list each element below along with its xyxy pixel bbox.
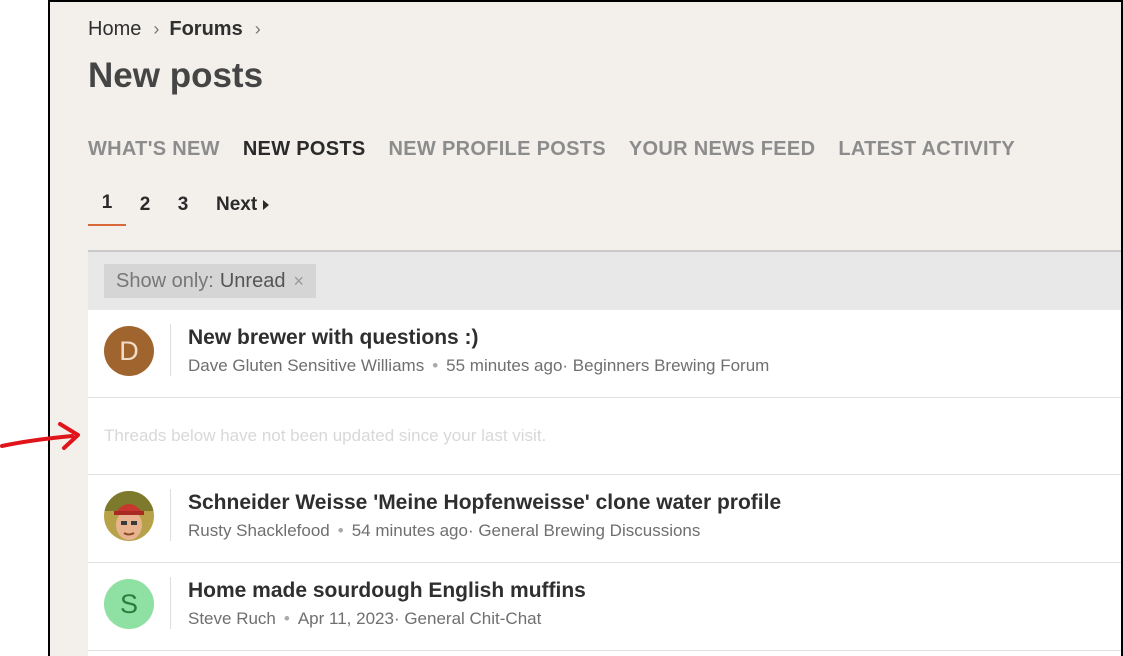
tab-new-posts[interactable]: NEW POSTS bbox=[243, 138, 366, 161]
divider bbox=[170, 489, 171, 541]
bullet-separator: • bbox=[283, 609, 290, 628]
caret-right-icon bbox=[263, 200, 270, 210]
tab-whats-new[interactable]: WHAT'S NEW bbox=[88, 138, 220, 161]
filter-label: Show only: bbox=[116, 269, 214, 292]
unread-divider-row: Threads below have not been updated sinc… bbox=[88, 398, 1121, 475]
thread-forum-link[interactable]: · Beginners Brewing Forum bbox=[562, 356, 769, 375]
next-label: Next bbox=[216, 194, 258, 215]
close-icon[interactable]: × bbox=[293, 271, 304, 292]
thread-list: Show only: Unread × D New brewer with qu… bbox=[88, 250, 1121, 656]
chevron-right-icon: › bbox=[254, 19, 261, 39]
thread-row: S Home made sourdough English muffins St… bbox=[88, 563, 1121, 651]
thread-author-link[interactable]: Steve Ruch bbox=[188, 609, 276, 628]
thread-title-link[interactable]: New brewer with questions :) bbox=[188, 326, 479, 350]
thread-row: Schneider Weisse 'Meine Hopfenweisse' cl… bbox=[88, 475, 1121, 563]
page-2-link[interactable]: 2 bbox=[126, 194, 164, 226]
page-3-link[interactable]: 3 bbox=[164, 194, 202, 226]
breadcrumb-forums[interactable]: Forums bbox=[169, 18, 242, 41]
bullet-separator: • bbox=[337, 521, 344, 540]
divider bbox=[170, 577, 171, 629]
thread-row: D New brewer with questions :) Dave Glut… bbox=[88, 310, 1121, 398]
thread-author-link[interactable]: Dave Gluten Sensitive Williams bbox=[188, 356, 424, 375]
pagination: 1 2 3 Next bbox=[88, 192, 270, 226]
tab-latest-activity[interactable]: LATEST ACTIVITY bbox=[838, 138, 1015, 161]
tab-new-profile-posts[interactable]: NEW PROFILE POSTS bbox=[389, 138, 606, 161]
thread-forum-link[interactable]: · General Chit-Chat bbox=[394, 609, 541, 628]
divider bbox=[170, 324, 171, 376]
avatar[interactable] bbox=[104, 491, 154, 541]
section-tabs: WHAT'S NEW NEW POSTS NEW PROFILE POSTS Y… bbox=[88, 138, 1038, 161]
breadcrumb: Home › Forums › bbox=[88, 18, 271, 41]
breadcrumb-home[interactable]: Home bbox=[88, 18, 141, 41]
tab-your-news-feed[interactable]: YOUR NEWS FEED bbox=[629, 138, 815, 161]
red-arrow-annotation-icon bbox=[0, 422, 80, 450]
page-1-link[interactable]: 1 bbox=[88, 192, 126, 226]
thread-time[interactable]: 54 minutes ago bbox=[352, 521, 468, 540]
avatar[interactable]: D bbox=[104, 326, 154, 376]
thread-title-link[interactable]: Schneider Weisse 'Meine Hopfenweisse' cl… bbox=[188, 491, 781, 515]
chevron-right-icon: › bbox=[153, 19, 160, 39]
thread-author-link[interactable]: Rusty Shacklefood bbox=[188, 521, 330, 540]
thread-meta: Steve Ruch • Apr 11, 2023· General Chit-Ch… bbox=[188, 609, 541, 629]
thread-title-link[interactable]: Home made sourdough English muffins bbox=[188, 579, 586, 603]
next-page-button[interactable]: Next bbox=[216, 194, 270, 226]
page-title: New posts bbox=[88, 56, 264, 95]
user-photo-icon bbox=[104, 491, 154, 541]
thread-forum-link[interactable]: · General Brewing Discussions bbox=[468, 521, 700, 540]
avatar[interactable]: S bbox=[104, 579, 154, 629]
thread-time[interactable]: Apr 11, 2023 bbox=[298, 609, 394, 628]
forum-page: Home › Forums › New posts WHAT'S NEW NEW… bbox=[48, 0, 1123, 656]
bullet-separator: • bbox=[432, 356, 439, 375]
thread-meta: Dave Gluten Sensitive Williams • 55 minute… bbox=[188, 356, 769, 376]
filter-value: Unread bbox=[219, 269, 286, 292]
filter-chip-unread[interactable]: Show only: Unread × bbox=[104, 264, 316, 298]
thread-meta: Rusty Shacklefood • 54 minutes ago· Genera… bbox=[188, 521, 700, 541]
filter-bar: Show only: Unread × bbox=[88, 252, 1121, 310]
thread-time[interactable]: 55 minutes ago bbox=[446, 356, 562, 375]
unread-notice: Threads below have not been updated sinc… bbox=[104, 426, 547, 445]
